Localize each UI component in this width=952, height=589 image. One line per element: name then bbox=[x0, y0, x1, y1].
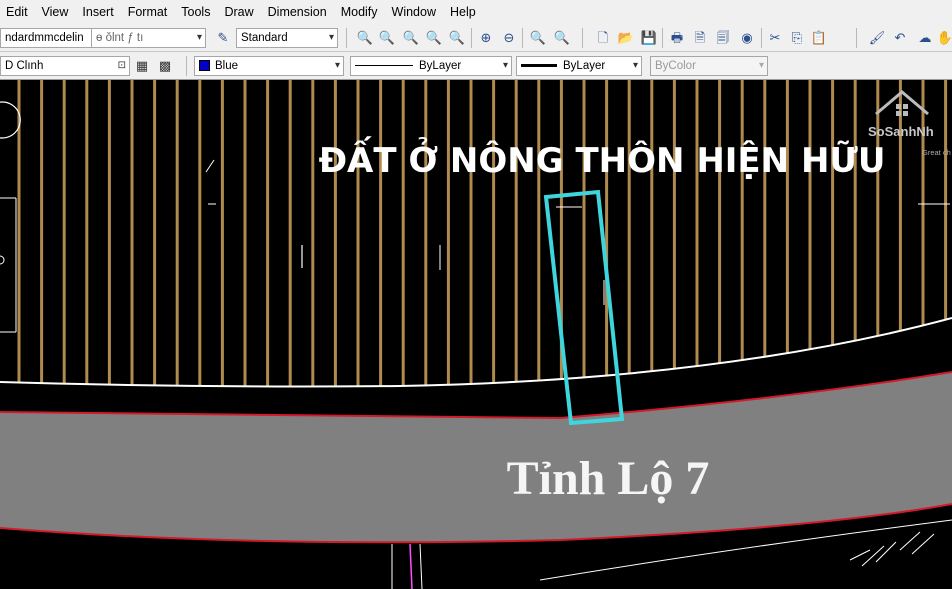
toolbar-separator bbox=[522, 28, 523, 48]
drawing-canvas[interactable]: ĐẤT Ở NÔNG THÔN HIỆN HỮU Tỉnh Lộ 7 bbox=[0, 80, 952, 589]
toolbar-separator bbox=[186, 56, 187, 76]
match-properties-icon[interactable]: 🖌 bbox=[868, 29, 886, 47]
open-file-icon[interactable]: 📂 bbox=[617, 29, 635, 47]
layer-manager-icon[interactable]: ▦ bbox=[133, 57, 151, 75]
text-style-value-2: ɵ ǒlnt ƒ tı bbox=[96, 32, 144, 44]
chevron-down-icon: ▾ bbox=[328, 32, 334, 43]
menu-window[interactable]: Window bbox=[392, 5, 436, 19]
lineweight-sample bbox=[521, 64, 557, 68]
layer-value: D Clınh bbox=[5, 60, 44, 72]
zoom-realtime-icon[interactable]: 🔍 bbox=[356, 29, 374, 47]
color-combo[interactable]: Blue ▾ bbox=[194, 56, 344, 76]
color-value: Blue bbox=[215, 60, 239, 72]
zoom-in-icon[interactable]: ⊕ bbox=[477, 29, 495, 47]
menu-edit[interactable]: Edit bbox=[6, 5, 28, 19]
zoom-scale-icon[interactable]: 🔍 bbox=[425, 29, 443, 47]
properties-toolbar: D Clınh ⊡ ▦ ▩ Blue ▾ ByLayer ▾ ByLayer ▾ ByC… bbox=[0, 52, 952, 80]
zoom-all-icon[interactable]: 🔍 bbox=[529, 29, 547, 47]
zoom-extents-icon[interactable]: 🔍 bbox=[553, 29, 571, 47]
copy-icon[interactable]: ⎘ bbox=[788, 29, 806, 47]
chevron-down-icon: ▾ bbox=[196, 32, 202, 43]
chevron-down-icon: ▾ bbox=[502, 60, 508, 71]
paste-icon[interactable]: 📋 bbox=[810, 29, 828, 47]
plotstyle-value: ByColor bbox=[655, 60, 696, 72]
color-swatch bbox=[199, 60, 210, 72]
text-style-combo[interactable]: ndardmmcdelin bbox=[0, 28, 92, 48]
dimension-style-icon[interactable]: ✎ bbox=[214, 29, 232, 47]
linetype-combo[interactable]: ByLayer ▾ bbox=[350, 56, 512, 76]
text-style-combo-2[interactable]: ɵ ǒlnt ƒ tı ▾ bbox=[92, 28, 206, 48]
toolbar-separator bbox=[471, 28, 472, 48]
new-file-icon[interactable]: 🗋 bbox=[594, 29, 612, 47]
toolbar-separator bbox=[761, 28, 762, 48]
menu-format[interactable]: Format bbox=[128, 5, 168, 19]
plot-icon[interactable]: 🖶 bbox=[668, 29, 686, 47]
text-style-value: ndardmmcdelin bbox=[5, 32, 84, 44]
undo-icon[interactable]: ↶ bbox=[891, 29, 909, 47]
linetype-sample bbox=[355, 65, 413, 67]
zoom-out-icon[interactable]: ⊖ bbox=[500, 29, 518, 47]
house-logo-icon bbox=[875, 90, 929, 116]
watermark: SoSanhNh Great ch bbox=[868, 86, 952, 160]
toolbar-separator bbox=[662, 28, 663, 48]
toolbar-separator bbox=[582, 28, 583, 48]
layer-combo[interactable]: D Clınh ⊡ bbox=[0, 56, 130, 76]
menu-view[interactable]: View bbox=[42, 5, 69, 19]
chevron-down-icon: ▾ bbox=[758, 60, 764, 71]
chevron-down-icon: ▾ bbox=[334, 60, 340, 71]
3d-dwf-icon[interactable]: ◉ bbox=[738, 29, 756, 47]
dimension-style-value: Standard bbox=[241, 32, 288, 44]
publish-icon[interactable]: 🗐 bbox=[714, 29, 732, 47]
menu-help[interactable]: Help bbox=[450, 5, 476, 19]
menu-dimension[interactable]: Dimension bbox=[268, 5, 327, 19]
pan-icon[interactable]: ✋ bbox=[936, 29, 952, 47]
watermark-tagline: Great ch bbox=[922, 148, 951, 157]
menu-tools[interactable]: Tools bbox=[181, 5, 210, 19]
toolbar-separator bbox=[346, 28, 347, 48]
lineweight-combo[interactable]: ByLayer ▾ bbox=[516, 56, 642, 76]
land-label: ĐẤT Ở NÔNG THÔN HIỆN HỮU bbox=[319, 136, 886, 181]
lineweight-value: ByLayer bbox=[563, 60, 606, 72]
cut-icon[interactable]: ✂ bbox=[766, 29, 784, 47]
zoom-dynamic-icon[interactable]: 🔍 bbox=[402, 29, 420, 47]
watermark-logo-text: SoSanhNh bbox=[868, 124, 934, 139]
layer-previous-icon[interactable]: ▩ bbox=[156, 57, 174, 75]
linetype-value: ByLayer bbox=[419, 60, 462, 72]
zoom-center-icon[interactable]: 🔍 bbox=[448, 29, 466, 47]
save-icon[interactable]: 💾 bbox=[640, 29, 658, 47]
styles-toolbar: ndardmmcdelin ɵ ǒlnt ƒ tı ▾ ✎ Standard ▾ 🔍… bbox=[0, 24, 952, 52]
road-label: Tỉnh Lộ 7 bbox=[507, 452, 710, 505]
toolbar-separator bbox=[856, 28, 857, 48]
menu-draw[interactable]: Draw bbox=[224, 5, 253, 19]
plotstyle-combo[interactable]: ByColor ▾ bbox=[650, 56, 768, 76]
redo-icon[interactable]: ☁ bbox=[916, 29, 934, 47]
chevron-down-icon: ▾ bbox=[632, 60, 638, 71]
menu-modify[interactable]: Modify bbox=[341, 5, 378, 19]
zoom-window-icon[interactable]: 🔍 bbox=[378, 29, 396, 47]
dimension-style-combo[interactable]: Standard ▾ bbox=[236, 28, 338, 48]
layer-options-icon: ⊡ bbox=[117, 60, 126, 71]
menu-insert[interactable]: Insert bbox=[82, 5, 113, 19]
plot-preview-icon[interactable]: 🗎 bbox=[691, 29, 709, 47]
menu-bar: Edit View Insert Format Tools Draw Dimen… bbox=[0, 0, 952, 24]
